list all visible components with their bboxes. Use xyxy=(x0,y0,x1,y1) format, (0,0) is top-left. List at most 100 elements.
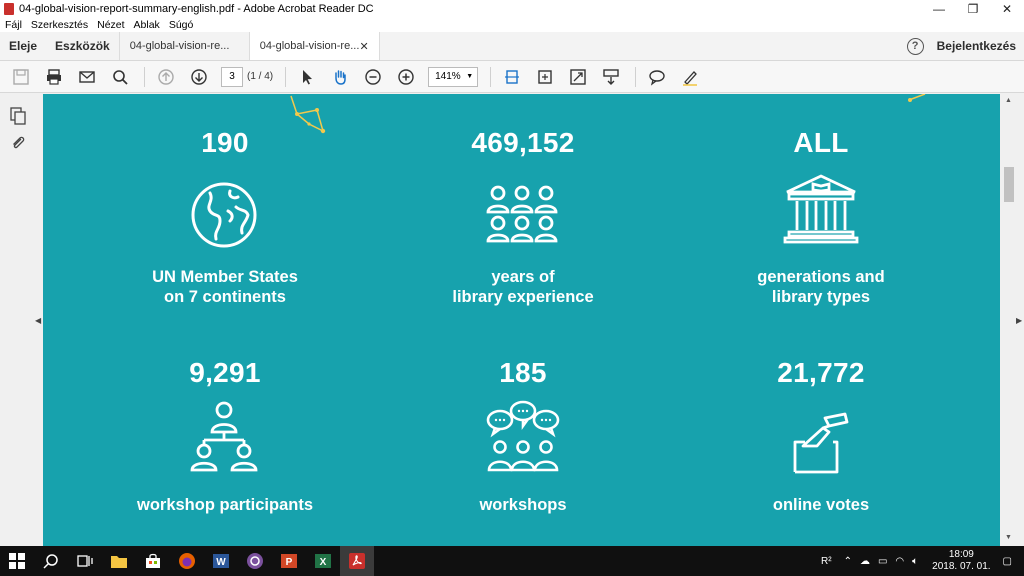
scroll-up-icon[interactable]: ▲ xyxy=(1005,97,1012,104)
stat-label-line-1: years of xyxy=(491,268,555,286)
powerpoint-icon[interactable]: P xyxy=(272,546,306,576)
email-icon[interactable] xyxy=(75,65,99,89)
tab-document-2-label: 04-global-vision-re... xyxy=(259,40,360,52)
firefox-icon[interactable] xyxy=(170,546,204,576)
file-explorer-icon[interactable] xyxy=(102,546,136,576)
taskbar-time: 18:09 xyxy=(948,549,974,560)
scroll-down-icon[interactable]: ▼ xyxy=(1005,534,1012,541)
toolbar-separator xyxy=(635,66,637,87)
system-tray: R² ⌃ ☁ ▭ ◠ 🔈︎ 18:09 2018. 07. 01. ▢ xyxy=(813,549,1024,573)
hand-tool-icon[interactable] xyxy=(328,65,352,89)
stat-label-line-2: library experience xyxy=(452,288,594,306)
stat-member-states: 190 xyxy=(105,127,345,159)
minimize-button[interactable]: — xyxy=(922,0,956,17)
wifi-icon[interactable]: ◠ xyxy=(895,556,904,567)
stat-number: 21,772 xyxy=(777,357,865,388)
collapse-left-panel-icon[interactable]: ◀ xyxy=(35,316,41,325)
stat-generations: ALL xyxy=(701,127,941,159)
org-chart-people-icon xyxy=(190,401,258,472)
scrollbar-thumb[interactable] xyxy=(1004,167,1014,202)
stat-generations-label: generations and library types xyxy=(701,267,941,307)
library-building-icon xyxy=(783,174,859,244)
excel-icon[interactable]: X xyxy=(306,546,340,576)
menu-help[interactable]: Súgó xyxy=(169,19,194,31)
next-page-icon[interactable] xyxy=(187,65,211,89)
stat-library-experience: 469,152 xyxy=(403,127,643,159)
acrobat-app-icon xyxy=(4,2,14,15)
store-icon[interactable] xyxy=(136,546,170,576)
constellation-decoration xyxy=(908,94,926,102)
word-icon[interactable]: W xyxy=(204,546,238,576)
stat-number: 185 xyxy=(499,357,547,388)
tab-bar-spacer xyxy=(378,32,907,60)
rotate-view-icon[interactable] xyxy=(533,65,557,89)
stat-workshop-participants: 9,291 xyxy=(105,357,345,389)
pdf-page: 190 UN Member States on 7 continents 469… xyxy=(43,94,1000,546)
page-number-input[interactable]: 3 xyxy=(221,66,243,87)
toolbar-separator xyxy=(285,66,287,87)
zoom-in-icon[interactable] xyxy=(394,65,418,89)
close-window-button[interactable]: ✕ xyxy=(990,0,1024,17)
viber-icon[interactable] xyxy=(238,546,272,576)
tab-document-1[interactable]: 04-global-vision-re... xyxy=(118,32,249,60)
stat-number: ALL xyxy=(793,127,849,158)
windows-taskbar: W P X R² ⌃ ☁ ▭ ◠ 🔈︎ 18:09 2018. 07. 01. … xyxy=(0,546,1024,576)
sign-in-button[interactable]: Bejelentkezés xyxy=(937,32,1024,60)
menu-window[interactable]: Ablak xyxy=(134,19,160,31)
stat-workshop-participants-label: workshop participants xyxy=(105,495,345,515)
tab-home[interactable]: Eleje xyxy=(0,32,46,60)
stat-label-line-1: online votes xyxy=(772,496,870,514)
taskbar-clock[interactable]: 18:09 2018. 07. 01. xyxy=(932,549,990,573)
highlight-pen-icon[interactable] xyxy=(678,65,702,89)
stat-number: 190 xyxy=(201,127,249,158)
stat-number: 469,152 xyxy=(471,127,575,158)
notifications-icon[interactable]: ▢ xyxy=(1003,556,1012,567)
stat-library-experience-label: years of library experience xyxy=(403,267,643,307)
zoom-level-select[interactable]: 141% ▼ xyxy=(428,66,479,87)
stat-label-line-1: workshop participants xyxy=(136,496,314,514)
stat-number: 9,291 xyxy=(189,357,261,388)
page-thumbnails-icon[interactable] xyxy=(10,107,26,125)
stat-label-line-2: library types xyxy=(771,288,871,306)
scroll-mode-icon[interactable] xyxy=(599,65,623,89)
search-icon[interactable] xyxy=(108,65,132,89)
windows-start-icon[interactable] xyxy=(0,546,34,576)
attachment-icon[interactable] xyxy=(10,134,26,152)
expand-right-panel-icon[interactable]: ▶ xyxy=(1016,316,1022,325)
tab-document-1-label: 04-global-vision-re... xyxy=(129,40,230,52)
svg-text:P: P xyxy=(286,557,293,568)
menu-edit[interactable]: Szerkesztés xyxy=(31,19,88,31)
discussion-group-icon xyxy=(486,400,560,472)
comment-icon[interactable] xyxy=(645,65,669,89)
previous-page-icon[interactable] xyxy=(154,65,178,89)
acrobat-reader-taskbar-icon[interactable] xyxy=(340,546,374,576)
restore-button[interactable]: ❐ xyxy=(956,0,990,17)
people-icon[interactable]: R² xyxy=(821,556,832,567)
chevron-down-icon: ▼ xyxy=(466,73,474,80)
menu-file[interactable]: Fájl xyxy=(5,19,22,31)
print-icon[interactable] xyxy=(42,65,66,89)
onedrive-icon[interactable]: ☁ xyxy=(860,556,870,567)
help-icon[interactable]: ? xyxy=(906,37,924,55)
save-icon[interactable] xyxy=(9,65,33,89)
close-tab-icon[interactable]: ✕ xyxy=(360,40,369,53)
full-screen-icon[interactable] xyxy=(566,65,590,89)
stat-label-line-2: on 7 continents xyxy=(164,288,286,306)
window-title: 04-global-vision-report-summary-english.… xyxy=(19,2,374,15)
tab-tools[interactable]: Eszközök xyxy=(46,32,119,60)
search-icon[interactable] xyxy=(34,546,68,576)
vertical-scrollbar[interactable]: ▲ ▼ xyxy=(1001,94,1017,546)
stat-label-line-1: generations and xyxy=(757,268,885,286)
select-cursor-icon[interactable] xyxy=(295,65,319,89)
show-hidden-icons-icon[interactable]: ⌃ xyxy=(844,556,852,567)
battery-icon[interactable]: ▭ xyxy=(878,556,887,567)
fit-page-icon[interactable] xyxy=(500,65,524,89)
task-view-icon[interactable] xyxy=(68,546,102,576)
stat-label-line-1: workshops xyxy=(479,496,567,514)
zoom-out-icon[interactable] xyxy=(361,65,385,89)
tab-document-2[interactable]: 04-global-vision-re... ✕ xyxy=(248,32,379,60)
stat-workshops-label: workshops xyxy=(403,495,643,515)
globe-icon xyxy=(191,182,257,248)
volume-icon[interactable]: 🔈︎ xyxy=(912,556,918,567)
menu-view[interactable]: Nézet xyxy=(97,19,124,31)
